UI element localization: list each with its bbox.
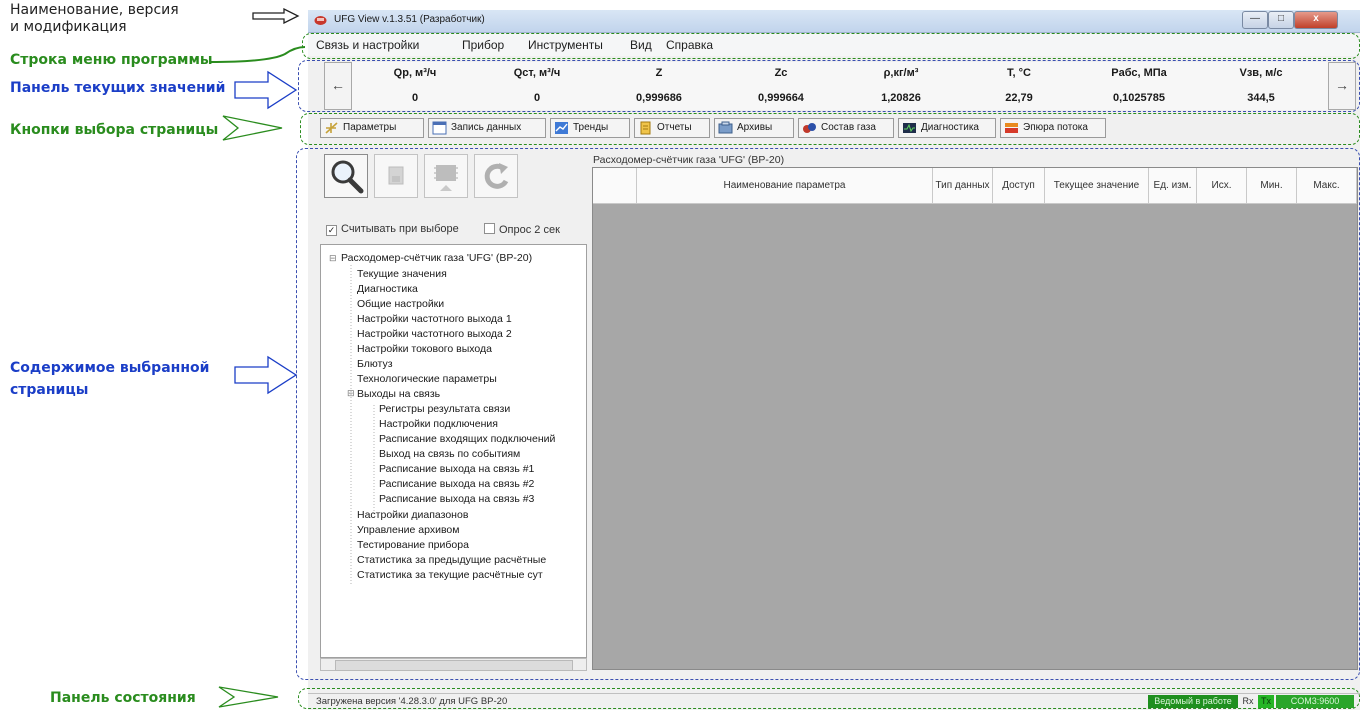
annotation-menu-row: Строка меню программы <box>10 52 213 68</box>
connector-line <box>209 44 306 73</box>
chevron-right-icon <box>218 685 280 709</box>
arrow-right-icon <box>234 355 298 395</box>
annotation-page-buttons: Кнопки выбора страницы <box>10 122 219 138</box>
annotation-page-content: Содержимое выбранной страницы <box>10 360 210 399</box>
highlight-status-panel <box>298 688 1360 709</box>
annotation-status-panel: Панель состояния <box>50 690 196 706</box>
highlight-values-panel <box>298 60 1360 112</box>
highlight-page-content <box>296 148 1360 680</box>
app-logo-icon <box>314 16 327 25</box>
highlight-menu-row <box>302 33 1360 59</box>
annotation-values-panel: Панель текущих значений <box>10 80 226 96</box>
window-title: UFG View v.1.3.51 (Разработчик) <box>334 14 485 25</box>
highlight-page-buttons <box>300 113 1360 145</box>
annotation-name-version: Наименование, версия и модификация <box>10 2 179 35</box>
title-bar: UFG View v.1.3.51 (Разработчик) — □ x <box>308 10 1360 33</box>
close-button[interactable]: x <box>1294 11 1338 29</box>
arrow-right-icon <box>252 8 300 24</box>
maximize-button[interactable]: □ <box>1268 11 1294 29</box>
chevron-right-icon <box>222 114 284 142</box>
arrow-right-icon <box>234 70 298 110</box>
minimize-button[interactable]: — <box>1242 11 1268 29</box>
